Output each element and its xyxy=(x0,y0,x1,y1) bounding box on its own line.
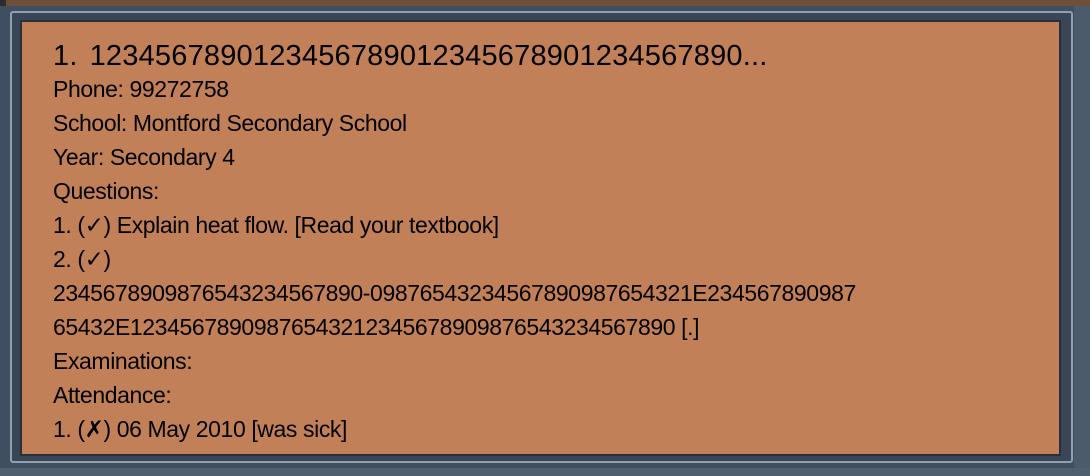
student-phone: Phone: 99272758 xyxy=(53,76,229,102)
bottom-window-strip xyxy=(0,468,1090,476)
attendance-label: Attendance: xyxy=(53,382,172,408)
student-name-row: 1. 12345678901234567890123456789012345678… xyxy=(53,38,1038,74)
student-card-content[interactable]: 1. 12345678901234567890123456789012345678… xyxy=(20,20,1061,456)
student-name: 1234567890123456789012345678901234567890… xyxy=(89,40,768,72)
question-item: 1. (✓) Explain heat flow. [Read your tex… xyxy=(53,212,499,238)
student-index: 1. xyxy=(53,40,78,72)
student-school: School: Montford Secondary School xyxy=(53,110,407,136)
questions-label: Questions: xyxy=(53,178,159,204)
examinations-label: Examinations: xyxy=(53,348,193,374)
window-corner xyxy=(0,0,6,6)
question-item-continued: 65432E1234567890987654321234567890987654… xyxy=(53,314,700,340)
student-year: Year: Secondary 4 xyxy=(53,144,235,170)
question-item-continued: 234567890987654323456789​0-0987654323456… xyxy=(53,280,856,306)
scrollbar-track[interactable] xyxy=(1074,6,1090,468)
attendance-item: 1. (✗) 06 May 2010 [was sick] xyxy=(53,416,348,442)
question-item: 2. (✓) xyxy=(53,246,111,272)
top-window-strip xyxy=(0,0,1090,6)
